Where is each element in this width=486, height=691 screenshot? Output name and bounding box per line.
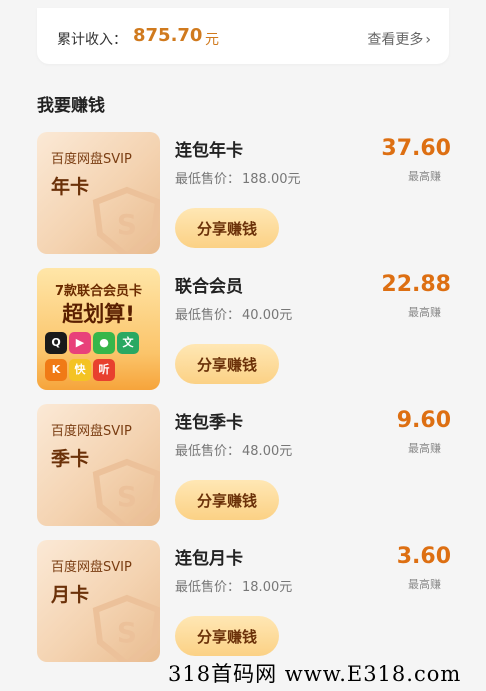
income-unit: 元 (205, 32, 219, 48)
min-price: 最低售价： 18.00元 (175, 576, 292, 595)
min-price-label: 最低售价： (175, 580, 241, 595)
kuaiduo-icon: 快 (69, 359, 91, 381)
share-earn-button[interactable]: 分享赚钱 (175, 344, 279, 384)
svg-text:S: S (117, 616, 137, 649)
thumb-line1: 7款联合会员卡 (54, 284, 143, 299)
income-label: 累计收入： (57, 32, 127, 48)
min-price-label: 最低售价： (175, 172, 241, 187)
partner-app-icons: Q ▶ ● 文 K 快听 (45, 332, 155, 386)
product-title: 联合会员 (175, 277, 243, 297)
min-price-label: 最低售价： (175, 308, 241, 323)
kuaikan-icon: K (45, 359, 67, 381)
min-price-value: 18.00元 (242, 580, 293, 595)
income-value: 875.70 (133, 25, 203, 46)
watermark-text: 318首码网 www.E318.com (168, 662, 462, 686)
product-thumbnail: 百度网盘SVIP 季卡 S (37, 404, 160, 526)
view-more-link[interactable]: 查看更多 › (367, 29, 431, 49)
min-price-value: 188.00元 (242, 172, 301, 187)
product-row-annual: 百度网盘SVIP 年卡 S 连包年卡 最低售价： 188.00元 37.60 最高… (37, 132, 467, 260)
youku-icon: ▶ (69, 332, 91, 354)
product-title: 连包月卡 (175, 549, 243, 569)
thumb-kind: 年卡 (51, 176, 90, 198)
min-price: 最低售价： 40.00元 (175, 304, 292, 323)
product-row-monthly: 百度网盘SVIP 月卡 S 连包月卡 最低售价： 18.00元 3.60 最高赚 … (37, 540, 467, 668)
share-earn-button[interactable]: 分享赚钱 (175, 480, 279, 520)
share-earn-button[interactable]: 分享赚钱 (175, 616, 279, 656)
min-price: 最低售价： 48.00元 (175, 440, 292, 459)
product-row-quarterly: 百度网盘SVIP 季卡 S 连包季卡 最低售价： 48.00元 9.60 最高赚 … (37, 404, 467, 532)
max-earn-label: 最高赚 (408, 578, 441, 591)
product-thumbnail: 百度网盘SVIP 月卡 S (37, 540, 160, 662)
product-title: 连包季卡 (175, 413, 243, 433)
thumb-line2: 超划算! (62, 302, 135, 326)
shield-s-icon: S (92, 594, 160, 662)
svg-text:S: S (117, 208, 137, 241)
max-earn-value: 9.60 (396, 408, 451, 433)
product-title: 连包年卡 (175, 141, 243, 161)
min-price: 最低售价： 188.00元 (175, 168, 301, 187)
thumb-brand: 百度网盘SVIP (51, 152, 132, 167)
income-card: 累计收入： 875.70 元 查看更多 › (37, 8, 449, 64)
product-thumbnail: 百度网盘SVIP 年卡 S (37, 132, 160, 254)
svg-text:S: S (117, 480, 137, 513)
min-price-value: 40.00元 (242, 308, 293, 323)
thumb-kind: 月卡 (51, 584, 90, 606)
product-row-combo: 7款联合会员卡 超划算! Q ▶ ● 文 K 快听 联合会员 最低售价： 40.00元 22… (37, 268, 467, 396)
max-earn-label: 最高赚 (408, 442, 441, 455)
min-price-label: 最低售价： (175, 444, 241, 459)
max-earn-label: 最高赚 (408, 306, 441, 319)
qq-icon: Q (45, 332, 67, 354)
max-earn-value: 22.88 (381, 272, 451, 297)
thumb-brand: 百度网盘SVIP (51, 560, 132, 575)
max-earn-label: 最高赚 (408, 170, 441, 183)
shield-s-icon: S (92, 458, 160, 526)
ting-icon: 听 (93, 359, 115, 381)
thumb-brand: 百度网盘SVIP (51, 424, 132, 439)
min-price-value: 48.00元 (242, 444, 293, 459)
share-earn-button[interactable]: 分享赚钱 (175, 208, 279, 248)
wenku-icon: 文 (117, 332, 139, 354)
section-title: 我要赚钱 (37, 96, 105, 116)
thumb-kind: 季卡 (51, 448, 90, 470)
aiqiyi-icon: ● (93, 332, 115, 354)
max-earn-value: 37.60 (381, 136, 451, 161)
view-more-label: 查看更多 (367, 32, 424, 48)
max-earn-value: 3.60 (396, 544, 451, 569)
product-thumbnail: 7款联合会员卡 超划算! Q ▶ ● 文 K 快听 (37, 268, 160, 390)
shield-s-icon: S (92, 186, 160, 254)
chevron-right-icon: › (425, 32, 431, 48)
